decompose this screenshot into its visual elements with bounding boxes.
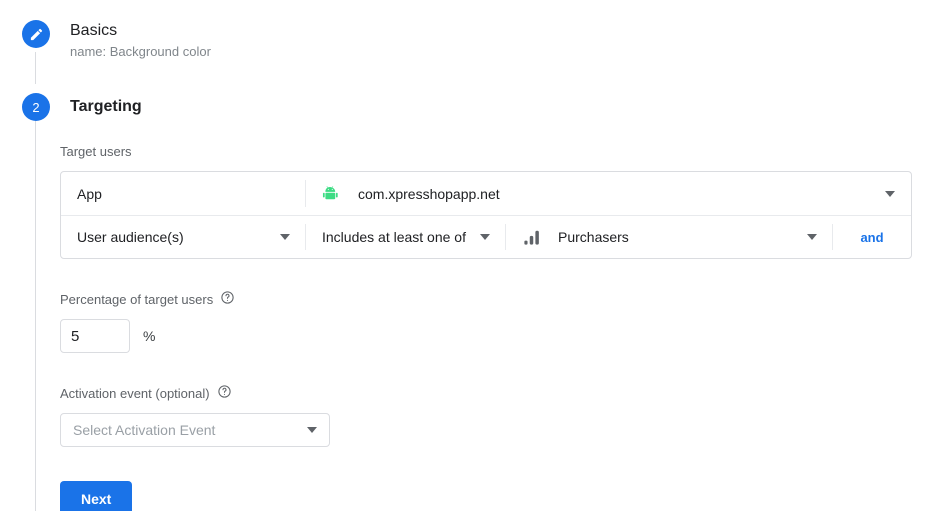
table-row: User audience(s) Includes at least one o…	[61, 215, 911, 258]
percentage-block: Percentage of target users %	[60, 290, 920, 353]
activation-event-block: Activation event (optional) Select Activ…	[60, 384, 920, 447]
row-app-dimension-label: App	[77, 186, 290, 202]
android-icon	[322, 184, 341, 203]
table-row: App com.xpresshopapp.net	[61, 172, 911, 215]
and-link-label: and	[860, 230, 883, 245]
step-basics-title: Basics	[70, 21, 211, 41]
step-targeting-text: Targeting	[70, 93, 142, 117]
percentage-input[interactable]	[60, 319, 130, 353]
target-users-table: App com.xpresshopapp.net	[60, 171, 912, 259]
row-app-value-select[interactable]: com.xpresshopapp.net	[306, 172, 911, 215]
step-targeting-title: Targeting	[70, 94, 142, 117]
row-app-value-label: com.xpresshopapp.net	[358, 186, 875, 202]
analytics-bars-icon	[522, 228, 541, 247]
row-audience-value-label: Purchasers	[558, 229, 797, 245]
targeting-step-page: Basics name: Background color 2 Targetin…	[0, 0, 935, 511]
step-basics-text: Basics name: Background color	[70, 20, 211, 61]
chevron-down-icon	[307, 427, 317, 433]
step-basics[interactable]: Basics name: Background color	[22, 20, 211, 61]
row-audience-dimension-select[interactable]: User audience(s)	[61, 216, 306, 258]
step-basics-badge	[22, 20, 50, 48]
percent-sign: %	[143, 328, 155, 344]
activation-label: Activation event (optional)	[60, 386, 210, 402]
step-basics-subtitle: name: Background color	[70, 43, 211, 61]
row-audience-value-select[interactable]: Purchasers	[506, 216, 833, 258]
percentage-label-row: Percentage of target users	[60, 290, 920, 309]
activation-label-row: Activation event (optional)	[60, 384, 920, 403]
percentage-label: Percentage of target users	[60, 292, 213, 308]
row-audience-dimension-label: User audience(s)	[77, 229, 270, 245]
row-app-dimension[interactable]: App	[61, 172, 306, 215]
activation-event-select[interactable]: Select Activation Event	[60, 413, 330, 447]
help-icon[interactable]	[220, 290, 235, 309]
target-users-label: Target users	[60, 144, 920, 160]
step-targeting: 2 Targeting	[22, 93, 142, 121]
activation-event-placeholder: Select Activation Event	[73, 422, 297, 438]
targeting-form: Target users App com.xpr	[60, 144, 920, 511]
row-audience-match-select[interactable]: Includes at least one of	[306, 216, 506, 258]
help-icon[interactable]	[217, 384, 232, 403]
percentage-input-row: %	[60, 319, 920, 353]
pencil-icon	[29, 27, 44, 42]
chevron-down-icon	[280, 234, 290, 240]
row-conjunction-link[interactable]: and	[833, 216, 911, 258]
chevron-down-icon	[480, 234, 490, 240]
chevron-down-icon	[807, 234, 817, 240]
chevron-down-icon	[885, 191, 895, 197]
next-button[interactable]: Next	[60, 481, 132, 511]
step-targeting-badge: 2	[22, 93, 50, 121]
row-audience-match-label: Includes at least one of	[322, 229, 470, 245]
